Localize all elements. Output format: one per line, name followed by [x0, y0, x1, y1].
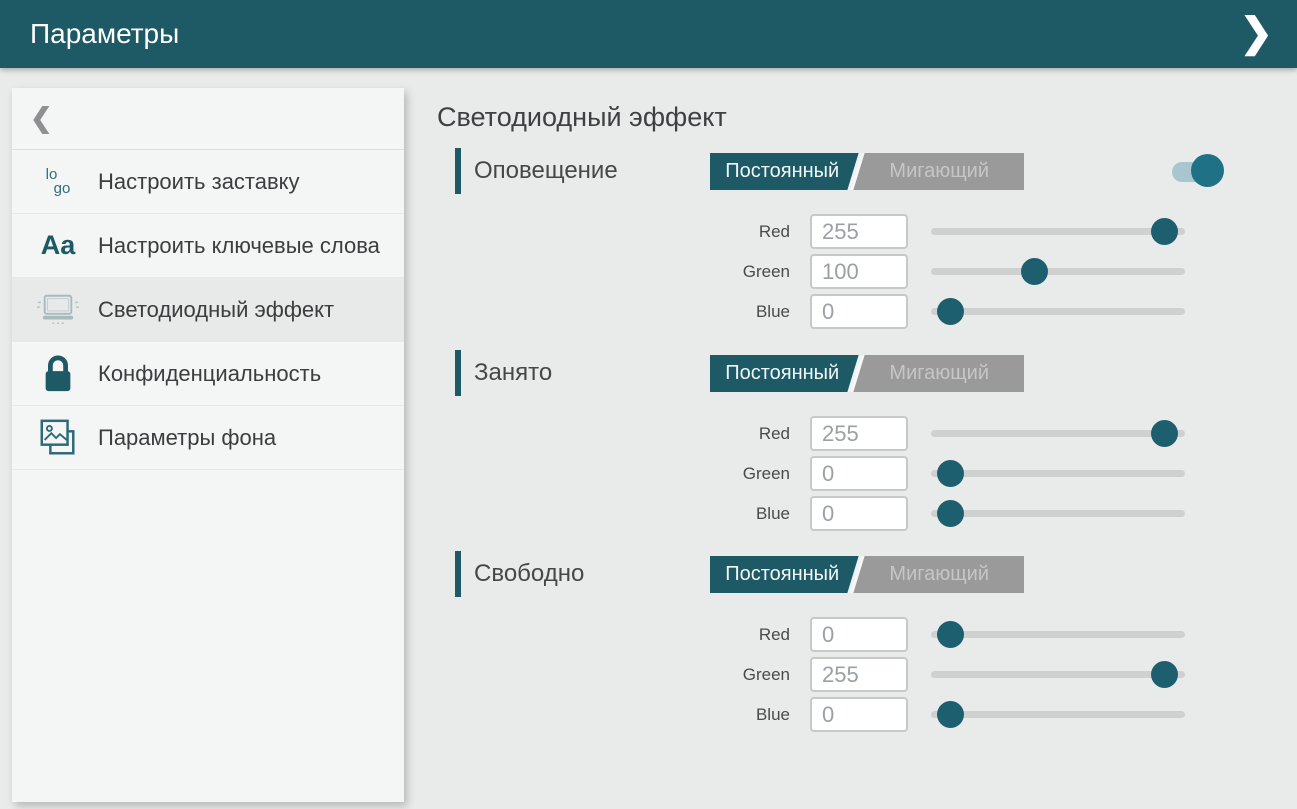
green-slider[interactable] [931, 456, 1185, 491]
toggle-thumb [1191, 154, 1224, 187]
red-label: Red [437, 625, 790, 645]
mode-blinking-button[interactable]: Мигающий [854, 153, 1024, 190]
sidebar-item-keywords[interactable]: Aa Настроить ключевые слова [12, 214, 404, 278]
green-label: Green [437, 464, 790, 484]
blue-label: Blue [437, 705, 790, 725]
green-slider[interactable] [931, 657, 1185, 692]
lock-icon [34, 353, 82, 395]
slider-thumb[interactable] [937, 701, 964, 728]
section-label: Свободно [474, 551, 584, 597]
channel-row-blue: Blue [437, 697, 1185, 732]
green-value-input[interactable] [810, 254, 908, 289]
red-label: Red [437, 222, 790, 242]
slider-thumb[interactable] [1151, 218, 1178, 245]
red-slider[interactable] [931, 214, 1185, 249]
red-slider[interactable] [931, 617, 1185, 652]
logo-icon: lo go [34, 168, 82, 196]
red-slider[interactable] [931, 416, 1185, 451]
slider-thumb[interactable] [1151, 661, 1178, 688]
slider-track[interactable] [931, 671, 1185, 678]
sidebar-item-screensaver[interactable]: lo go Настроить заставку [12, 150, 404, 214]
blue-value-input[interactable] [810, 496, 908, 531]
notification-enable-toggle[interactable] [1172, 154, 1224, 188]
green-value-input[interactable] [810, 456, 908, 491]
green-label: Green [437, 262, 790, 282]
slider-track[interactable] [931, 308, 1185, 315]
mode-constant-button[interactable]: Постоянный [710, 153, 854, 190]
mode-blinking-button[interactable]: Мигающий [854, 556, 1024, 593]
green-value-input[interactable] [810, 657, 908, 692]
slider-track[interactable] [931, 268, 1185, 275]
channel-row-green: Green [437, 254, 1185, 289]
red-label: Red [437, 424, 790, 444]
mode-segmented-control: Постоянный Мигающий [710, 355, 1024, 392]
slider-track[interactable] [931, 470, 1185, 477]
mode-blinking-button[interactable]: Мигающий [854, 355, 1024, 392]
slider-track[interactable] [931, 510, 1185, 517]
slider-track[interactable] [931, 631, 1185, 638]
section-label: Оповещение [474, 148, 618, 194]
section-accent-bar [455, 148, 461, 194]
green-label: Green [437, 665, 790, 685]
page-title: Параметры [30, 0, 179, 68]
section-free: Свободно Постоянный Мигающий Red Green [437, 551, 1237, 597]
blue-slider[interactable] [931, 496, 1185, 531]
content-title: Светодиодный эффект [437, 102, 727, 133]
blue-label: Blue [437, 504, 790, 524]
sidebar-item-background[interactable]: Параметры фона [12, 406, 404, 470]
channel-row-red: Red [437, 214, 1185, 249]
slider-thumb[interactable] [1151, 420, 1178, 447]
section-label: Занято [474, 350, 552, 396]
blue-value-input[interactable] [810, 294, 908, 329]
channel-row-red: Red [437, 416, 1185, 451]
blue-slider[interactable] [931, 294, 1185, 329]
channel-row-red: Red [437, 617, 1185, 652]
green-slider[interactable] [931, 254, 1185, 289]
sidebar-item-privacy[interactable]: Конфиденциальность [12, 342, 404, 406]
blue-slider[interactable] [931, 697, 1185, 732]
channel-row-green: Green [437, 456, 1185, 491]
slider-track[interactable] [931, 430, 1185, 437]
mode-constant-button[interactable]: Постоянный [710, 355, 854, 392]
sidebar-collapse-button[interactable]: ❮ [12, 88, 404, 150]
blue-label: Blue [437, 302, 790, 322]
slider-track[interactable] [931, 711, 1185, 718]
sidebar-item-label: Конфиденциальность [98, 360, 321, 388]
section-notification: Оповещение Постоянный Мигающий Red [437, 148, 1237, 194]
slider-thumb[interactable] [937, 621, 964, 648]
settings-sidebar: ❮ lo go Настроить заставку Aa Настроить … [12, 88, 404, 802]
sidebar-item-label: Настроить ключевые слова [98, 232, 380, 260]
sidebar-item-label: Настроить заставку [98, 168, 300, 196]
app-header: Параметры ❯ [0, 0, 1297, 68]
section-accent-bar [455, 350, 461, 396]
channel-row-blue: Blue [437, 496, 1185, 531]
sidebar-item-label: Светодиодный эффект [98, 296, 334, 324]
led-display-icon [34, 291, 82, 329]
forward-chevron-icon[interactable]: ❯ [1233, 0, 1279, 68]
slider-thumb[interactable] [937, 298, 964, 325]
letters-icon: Aa [34, 232, 82, 259]
back-chevron-icon: ❮ [30, 103, 53, 134]
red-value-input[interactable] [810, 416, 908, 451]
section-busy: Занято Постоянный Мигающий Red Green [437, 350, 1237, 396]
section-accent-bar [455, 551, 461, 597]
channel-row-blue: Blue [437, 294, 1185, 329]
mode-segmented-control: Постоянный Мигающий [710, 153, 1024, 190]
slider-thumb[interactable] [937, 500, 964, 527]
channel-row-green: Green [437, 657, 1185, 692]
red-value-input[interactable] [810, 214, 908, 249]
main-content: Светодиодный эффект Оповещение Постоянны… [437, 68, 1257, 809]
slider-thumb[interactable] [1021, 258, 1048, 285]
mode-segmented-control: Постоянный Мигающий [710, 556, 1024, 593]
slider-thumb[interactable] [937, 460, 964, 487]
slider-track[interactable] [931, 228, 1185, 235]
sidebar-item-label: Параметры фона [98, 424, 276, 452]
mode-constant-button[interactable]: Постоянный [710, 556, 854, 593]
red-value-input[interactable] [810, 617, 908, 652]
images-icon [34, 417, 82, 459]
sidebar-item-led-effect[interactable]: Светодиодный эффект [12, 278, 404, 342]
blue-value-input[interactable] [810, 697, 908, 732]
